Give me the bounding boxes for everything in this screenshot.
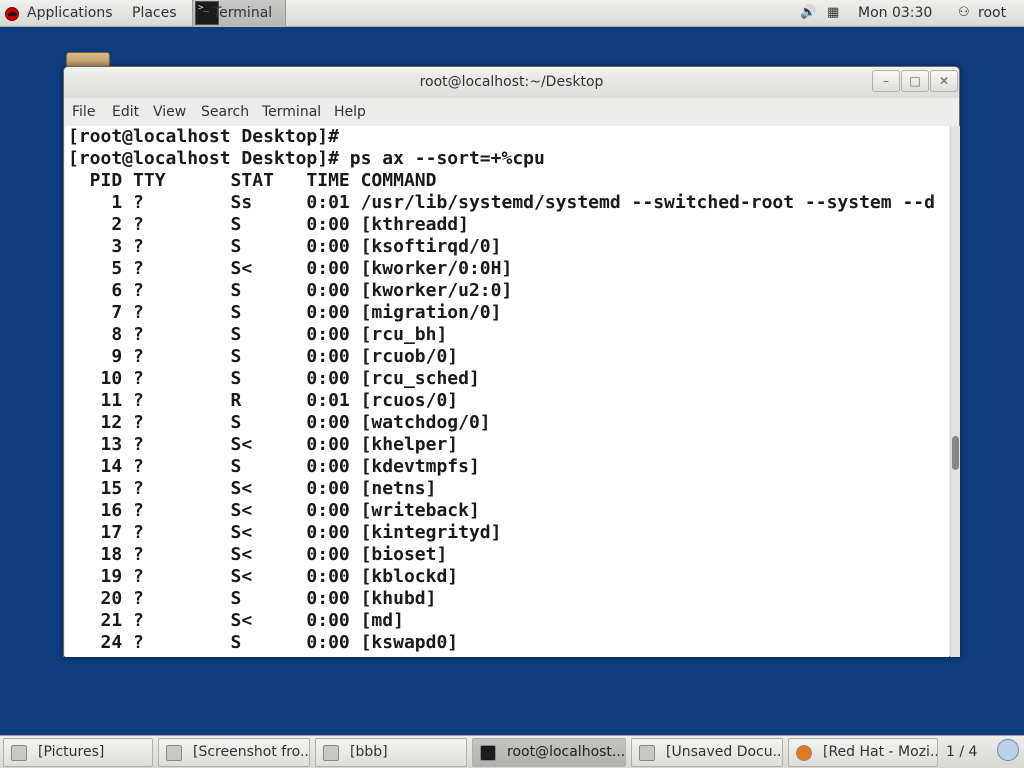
workspace-indicator[interactable]: 1 / 4	[946, 744, 977, 760]
task-label: [Red Hat - Mozi...	[823, 744, 938, 760]
terminal-line: PID TTY STAT TIME COMMAND	[68, 170, 437, 191]
terminal-scrollbar[interactable]	[950, 126, 960, 657]
task-label: [bbb]	[350, 744, 388, 760]
terminal-line: 10 ? S 0:00 [rcu_sched]	[68, 368, 480, 389]
terminal-line: 2 ? S 0:00 [kthreadd]	[68, 214, 469, 235]
terminal-window: root@localhost:~/Desktop – □ ✕ File Edit…	[63, 66, 960, 657]
task-screenshot[interactable]: [Screenshot fro...	[158, 738, 310, 767]
close-button[interactable]: ✕	[930, 70, 958, 92]
task-label: root@localhost...	[507, 744, 626, 760]
terminal-icon	[480, 745, 496, 761]
task-label: [Screenshot fro...	[193, 744, 310, 760]
menu-search[interactable]: Search	[201, 98, 249, 126]
menu-bar: File Edit View Search Terminal Help	[64, 98, 959, 126]
clock[interactable]: Mon 03:30	[858, 0, 932, 27]
text-editor-icon	[639, 745, 655, 761]
applications-menu[interactable]: Applications	[27, 0, 113, 27]
task-pictures[interactable]: [Pictures]	[3, 738, 153, 767]
bottom-panel: [Pictures] [Screenshot fro... [bbb] root…	[0, 735, 1024, 768]
terminal-line: 20 ? S 0:00 [khubd]	[68, 588, 437, 609]
image-viewer-icon	[166, 745, 182, 761]
window-title: root@localhost:~/Desktop	[419, 74, 604, 90]
terminal-line: 24 ? S 0:00 [kswapd0]	[68, 632, 459, 653]
menu-help[interactable]: Help	[334, 98, 366, 126]
terminal-line: 14 ? S 0:00 [kdevtmpfs]	[68, 456, 480, 477]
scrollbar-thumb[interactable]	[952, 436, 959, 470]
user-menu[interactable]: root	[978, 0, 1006, 27]
task-bbb[interactable]: [bbb]	[315, 738, 467, 767]
task-firefox[interactable]: [Red Hat - Mozi...	[788, 738, 938, 767]
user-icon[interactable]: ⚇	[958, 4, 970, 22]
terminal-line: 15 ? S< 0:00 [netns]	[68, 478, 437, 499]
terminal-line: 7 ? S 0:00 [migration/0]	[68, 302, 502, 323]
firefox-icon	[796, 745, 812, 761]
redhat-logo-icon[interactable]	[5, 7, 19, 21]
menu-view[interactable]: View	[153, 98, 186, 126]
top-panel: Applications Places >_ Terminal 🔊 ▦ Mon …	[0, 0, 1024, 27]
places-menu[interactable]: Places	[132, 0, 177, 27]
terminal-output[interactable]: [root@localhost Desktop]# [root@localhost…	[65, 126, 949, 657]
terminal-line: 19 ? S< 0:00 [kblockd]	[68, 566, 459, 587]
terminal-line: [root@localhost Desktop]# ps ax --sort=+…	[68, 148, 545, 169]
terminal-task-button[interactable]: >_ Terminal	[192, 0, 286, 27]
menu-edit[interactable]: Edit	[112, 98, 139, 126]
maximize-button[interactable]: □	[901, 70, 929, 92]
terminal-line: 13 ? S< 0:00 [khelper]	[68, 434, 459, 455]
terminal-line: [root@localhost Desktop]#	[68, 126, 339, 147]
terminal-line: 17 ? S< 0:00 [kintegrityd]	[68, 522, 502, 543]
task-label: [Pictures]	[38, 744, 105, 760]
task-terminal[interactable]: root@localhost...	[472, 738, 626, 767]
terminal-line: 11 ? R 0:01 [rcuos/0]	[68, 390, 459, 411]
terminal-line: 18 ? S< 0:00 [bioset]	[68, 544, 448, 565]
workspace-switcher-icon[interactable]	[997, 739, 1019, 761]
terminal-line: 6 ? S 0:00 [kworker/u2:0]	[68, 280, 513, 301]
terminal-line: 1 ? Ss 0:01 /usr/lib/systemd/systemd --s…	[68, 192, 935, 213]
terminal-line: 12 ? S 0:00 [watchdog/0]	[68, 412, 491, 433]
minimize-button[interactable]: –	[872, 70, 900, 92]
window-titlebar[interactable]: root@localhost:~/Desktop	[64, 67, 959, 98]
menu-terminal[interactable]: Terminal	[262, 98, 321, 126]
task-label: [Unsaved Docu...	[666, 744, 783, 760]
task-unsaved-document[interactable]: [Unsaved Docu...	[631, 738, 783, 767]
terminal-line: 16 ? S< 0:00 [writeback]	[68, 500, 480, 521]
terminal-line: 3 ? S 0:00 [ksoftirqd/0]	[68, 236, 502, 257]
network-icon[interactable]: ▦	[827, 4, 839, 22]
folder-icon	[323, 745, 339, 761]
folder-icon	[11, 745, 27, 761]
terminal-line: 5 ? S< 0:00 [kworker/0:0H]	[68, 258, 513, 279]
menu-file[interactable]: File	[72, 98, 95, 126]
terminal-task-label: Terminal	[213, 5, 273, 21]
volume-icon[interactable]: 🔊	[800, 4, 816, 22]
terminal-line: 8 ? S 0:00 [rcu_bh]	[68, 324, 448, 345]
terminal-line: 9 ? S 0:00 [rcuob/0]	[68, 346, 459, 367]
terminal-line: 21 ? S< 0:00 [md]	[68, 610, 404, 631]
